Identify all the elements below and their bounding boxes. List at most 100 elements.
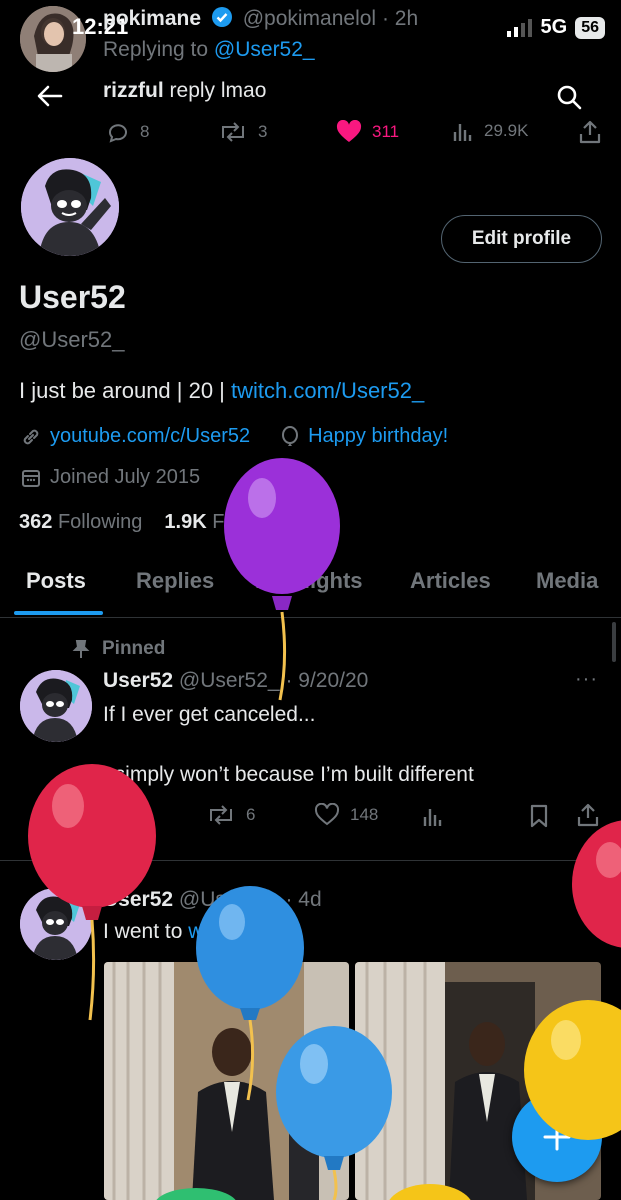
back-button[interactable]	[30, 76, 70, 116]
pinned-reply-action[interactable]: 5	[104, 803, 147, 827]
more-dots-icon: ···	[575, 668, 598, 690]
heart-icon	[314, 803, 340, 827]
search-icon	[556, 84, 582, 110]
quoted-age: 2h	[394, 7, 419, 30]
quoted-reply-action[interactable]: 8	[106, 120, 149, 144]
pinned-bookmark-button[interactable]	[528, 803, 550, 829]
second-text-prefix: I went to	[103, 920, 189, 943]
bio-text: I just be around | 20 |	[19, 378, 225, 403]
heart-filled-icon	[336, 120, 362, 144]
quoted-share-button[interactable]	[578, 119, 602, 145]
status-icons: 5G 56	[506, 16, 605, 39]
pinned-likes-count: 148	[350, 805, 379, 824]
profile-avatar[interactable]	[18, 155, 122, 259]
pinned-more-button[interactable]: ···	[575, 668, 598, 691]
compose-button[interactable]	[512, 1092, 602, 1182]
reply-author[interactable]: rizzful	[103, 79, 164, 102]
profile-website[interactable]: youtube.com/c/User52	[50, 425, 250, 448]
reply-icon	[104, 803, 128, 827]
tab-posts[interactable]: Posts	[26, 568, 86, 594]
joined-row: Joined July 2015	[20, 466, 200, 489]
pinned-date: · 9/20/20	[285, 669, 369, 692]
second-post-avatar[interactable]	[20, 888, 92, 960]
pinned-text-line1: If I ever get canceled...	[103, 703, 316, 726]
post-photo-1[interactable]	[104, 962, 349, 1200]
tab-articles[interactable]: Articles	[410, 568, 491, 594]
scrollbar[interactable]	[612, 622, 616, 662]
profile-tabs: Posts Replies Highlights Articles Media	[0, 560, 621, 618]
profile-meta-row: youtube.com/c/User52 Happy birthday!	[20, 425, 448, 448]
replying-handle[interactable]: @User52_	[214, 38, 315, 61]
bio-link[interactable]: twitch.com/User52_	[231, 378, 424, 403]
profile-handle: @User52_	[19, 327, 125, 352]
pinned-author-name[interactable]: User52	[103, 669, 173, 692]
reply-text: reply lmao	[169, 79, 267, 102]
tab-replies[interactable]: Replies	[136, 568, 214, 594]
birthday-text[interactable]: Happy birthday!	[308, 425, 448, 448]
quoted-author-name[interactable]: pokimane	[103, 7, 201, 30]
second-author-handle: @User52_	[178, 888, 280, 911]
edit-profile-button[interactable]: Edit profile	[441, 215, 602, 263]
quoted-author-handle: @pokimanelol	[242, 7, 377, 30]
second-author-name[interactable]: User52	[103, 888, 173, 911]
share-icon	[578, 119, 602, 145]
calendar-icon	[20, 467, 42, 489]
link-icon	[20, 426, 42, 448]
quoted-like-action[interactable]: 311	[336, 120, 399, 144]
replying-prefix: Replying to	[103, 38, 209, 61]
pinned-author-handle: @User52_	[178, 669, 280, 692]
pinned-row: Pinned	[72, 638, 165, 660]
pin-icon	[72, 639, 90, 659]
second-author-row: User52 @User52_ · 4d	[103, 888, 322, 912]
pinned-share-button[interactable]	[576, 802, 600, 828]
bookmark-icon	[528, 803, 550, 829]
following-label: Following	[57, 511, 143, 533]
second-date: · 4d	[285, 888, 322, 911]
follow-stats: 362 Following 1.9K Followers	[19, 511, 298, 534]
pinned-views-action[interactable]	[422, 805, 444, 827]
active-tab-indicator	[14, 611, 103, 615]
quoted-author-row: pokimane @pokimanelol · 2h	[103, 6, 419, 30]
views-icon	[452, 120, 474, 142]
verified-badge-icon	[211, 6, 233, 28]
quoted-views-count: 29.9K	[484, 121, 529, 140]
share-icon	[576, 802, 600, 828]
pinned-author-row: User52 @User52_ · 9/20/20	[103, 669, 368, 693]
pinned-like-action[interactable]: 148	[314, 803, 378, 827]
followers-label: Followers	[212, 511, 298, 533]
following-count: 362	[19, 511, 53, 533]
followers-count: 1.9K	[164, 511, 207, 533]
pinned-replies-count: 5	[138, 805, 148, 824]
reply-icon	[106, 120, 130, 144]
reply-line: rizzful reply lmao	[103, 79, 266, 103]
signal-icon	[506, 18, 533, 37]
red-balloon-right	[572, 820, 621, 948]
profile-bio: I just be around | 20 | twitch.com/User5…	[19, 378, 424, 404]
tab-highlights[interactable]: Highlights	[255, 568, 363, 594]
replying-to: Replying to @User52_	[103, 38, 315, 62]
quoted-reposts-count: 3	[258, 122, 268, 141]
battery-level: 56	[575, 16, 605, 39]
quoted-views-action[interactable]: 29.9K	[452, 120, 528, 142]
followers-link[interactable]: 1.9K Followers	[164, 511, 297, 534]
profile-display-name: User52	[19, 279, 126, 315]
pinned-repost-action[interactable]: 6	[206, 803, 255, 827]
pinned-post-avatar[interactable]	[20, 670, 92, 742]
joined-date: Joined July 2015	[50, 466, 201, 488]
tab-media[interactable]: Media	[536, 568, 598, 594]
arrow-left-icon	[37, 85, 63, 107]
post-divider	[0, 860, 621, 861]
following-link[interactable]: 362 Following	[19, 511, 142, 534]
repost-icon	[206, 803, 236, 827]
quoted-replies-count: 8	[140, 122, 150, 141]
second-post-text: I went to wedding :)	[103, 920, 285, 944]
views-icon	[422, 805, 444, 827]
second-text-link[interactable]: wedding :)	[188, 920, 285, 943]
search-button[interactable]	[549, 77, 589, 117]
pinned-text-line2: I simply won’t because I’m built differe…	[103, 763, 474, 786]
quoted-likes-count: 311	[372, 122, 400, 141]
repost-icon	[218, 120, 248, 144]
quoted-repost-action[interactable]: 3	[218, 120, 267, 144]
network-label: 5G	[540, 16, 568, 38]
pinned-reposts-count: 6	[246, 805, 256, 824]
